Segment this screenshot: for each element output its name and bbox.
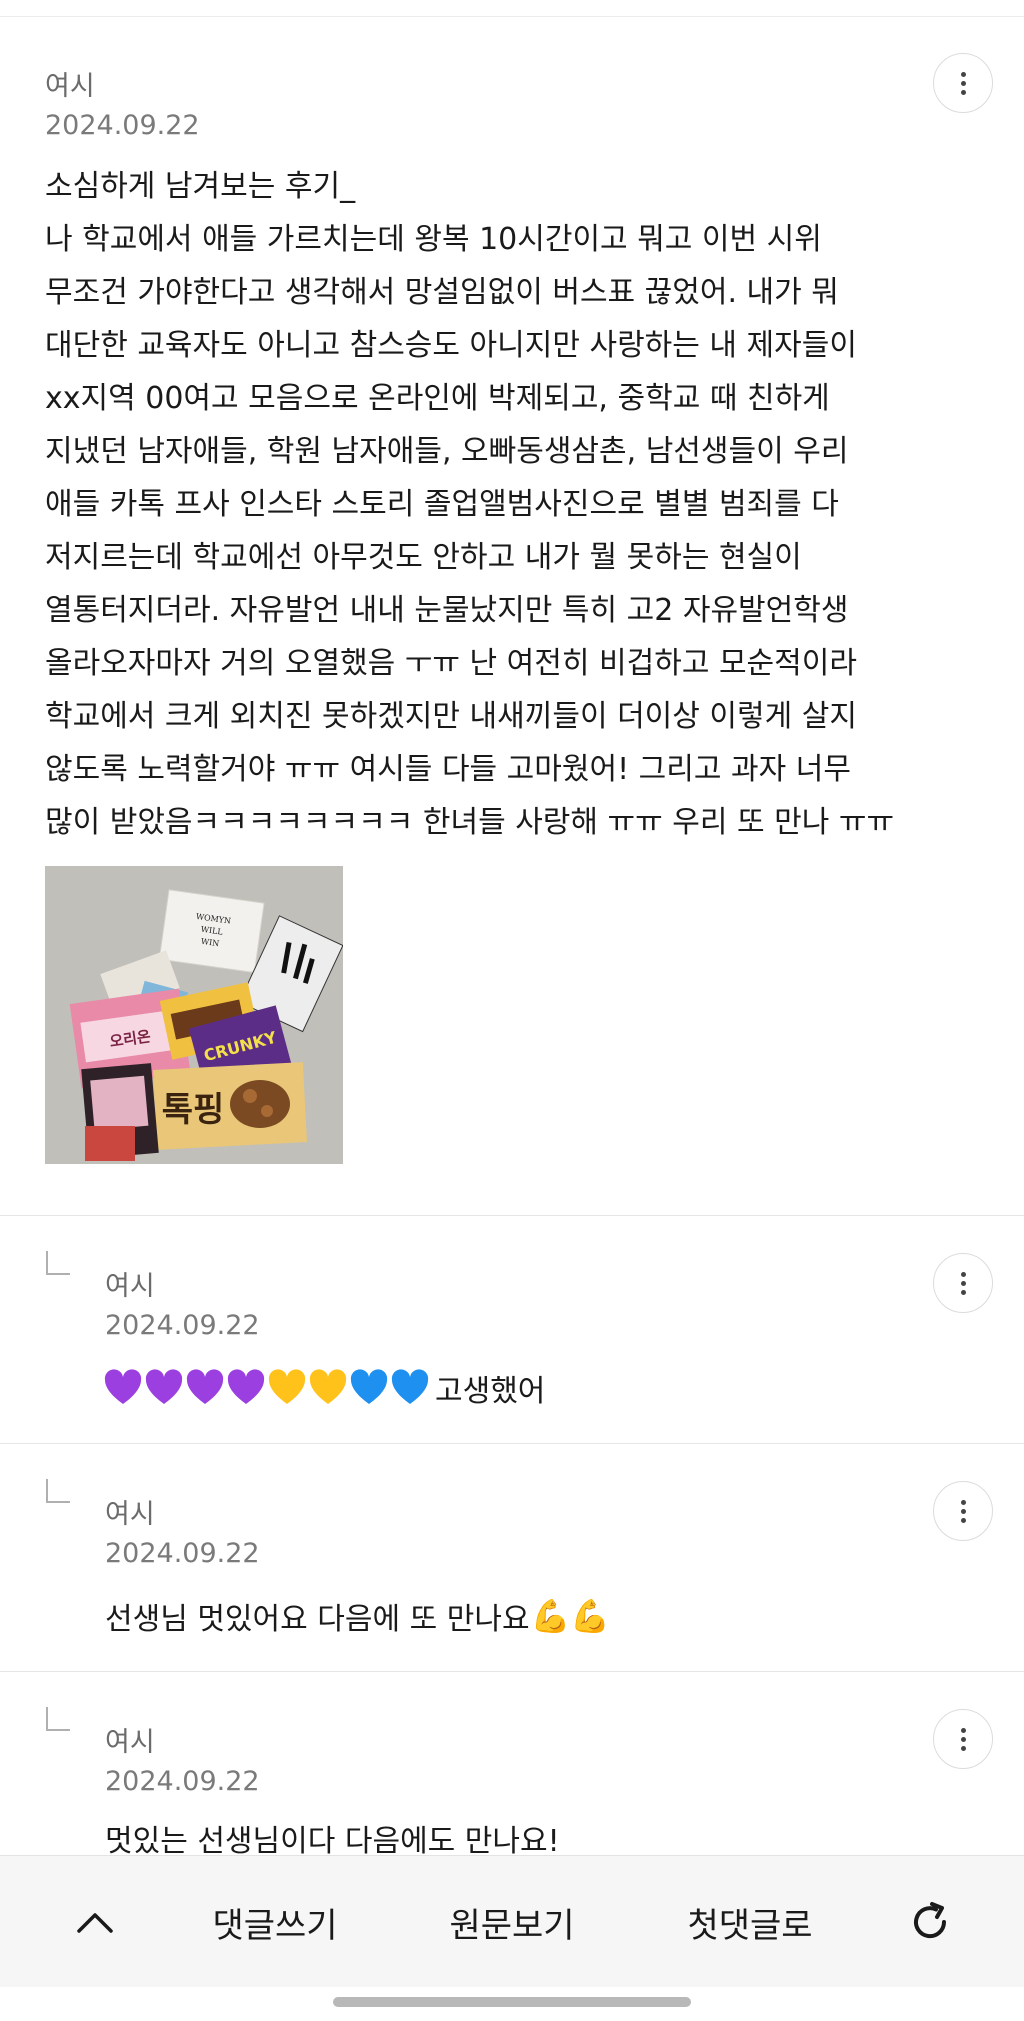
body-line: 나 학교에서 애들 가르치는데 왕복 10시간이고 뭐고 이번 시위 bbox=[45, 222, 822, 257]
purple-heart-icon bbox=[227, 1369, 265, 1404]
body-line: 애들 카톡 프사 인스타 스토리 졸업앨범사진으로 별별 범죄를 다 bbox=[45, 487, 839, 522]
view-original-button[interactable]: 원문보기 bbox=[427, 1856, 597, 1988]
comment-divider bbox=[0, 1215, 1024, 1216]
body-line: 대단한 교육자도 아니고 참스승도 아니지만 사랑하는 내 제자들이 bbox=[45, 328, 857, 363]
more-vertical-icon bbox=[960, 1727, 966, 1751]
comment-text: 고생했어 bbox=[435, 1374, 546, 1409]
blue-heart-icon bbox=[391, 1369, 429, 1404]
comment-divider bbox=[0, 1671, 1024, 1672]
reply-arrow-icon bbox=[46, 1479, 70, 1503]
comment-author: 여시 bbox=[105, 1727, 155, 1758]
more-vertical-icon bbox=[960, 71, 966, 95]
yellow-heart-icon bbox=[309, 1369, 347, 1404]
blue-heart-icon bbox=[350, 1369, 388, 1404]
refresh-button[interactable] bbox=[890, 1856, 970, 1988]
more-vertical-icon bbox=[960, 1271, 966, 1295]
more-options-button[interactable] bbox=[933, 1709, 993, 1769]
reply-arrow-icon bbox=[46, 1251, 70, 1275]
more-vertical-icon bbox=[960, 1499, 966, 1523]
refresh-icon bbox=[914, 1902, 947, 1939]
comment-body: 고생했어 bbox=[103, 1366, 545, 1410]
body-line: 무조건 가야한다고 생각해서 망설임없이 버스표 끊었어. 내가 뭐 bbox=[45, 275, 839, 310]
body-line: 지냈던 남자애들, 학원 남자애들, 오빠동생삼촌, 남선생들이 우리 bbox=[45, 434, 849, 469]
scroll-top-button[interactable] bbox=[55, 1856, 135, 1988]
comment-date: 2024.09.22 bbox=[105, 1766, 260, 1797]
chevron-up-icon bbox=[77, 1913, 113, 1933]
comment-text: 선생님 멋있어요 다음에 또 만나요 bbox=[105, 1602, 530, 1637]
reply-arrow-icon bbox=[46, 1707, 70, 1731]
first-comment-button[interactable]: 첫댓글로 bbox=[665, 1856, 835, 1988]
home-indicator[interactable] bbox=[333, 1997, 691, 2007]
body-line: 소심하게 남겨보는 후기_ bbox=[45, 169, 356, 204]
more-options-button[interactable] bbox=[933, 1481, 993, 1541]
body-line: 저지르는데 학교에선 아무것도 안하고 내가 뭘 못하는 현실이 bbox=[45, 540, 802, 575]
body-line: 학교에서 크게 외치진 못하겠지만 내새끼들이 더이상 이렇게 살지 bbox=[45, 699, 857, 734]
comment-date: 2024.09.22 bbox=[105, 1538, 260, 1569]
comment-author: 여시 bbox=[105, 1499, 155, 1530]
comment-divider bbox=[0, 1443, 1024, 1444]
svg-text:톡핑: 톡핑 bbox=[162, 1090, 225, 1130]
write-comment-button[interactable]: 댓글쓰기 bbox=[190, 1856, 360, 1988]
comment-date: 2024.09.22 bbox=[105, 1310, 260, 1341]
comment-date: 2024.09.22 bbox=[45, 110, 200, 141]
comment-author: 여시 bbox=[45, 71, 95, 102]
top-divider bbox=[0, 16, 1024, 17]
yellow-heart-icon bbox=[268, 1369, 306, 1404]
bottom-action-bar: 댓글쓰기 원문보기 첫댓글로 bbox=[0, 1855, 1024, 1987]
body-line: 않도록 노력할거야 ㅠㅠ 여시들 다들 고마웠어! 그리고 과자 너무 bbox=[45, 752, 851, 787]
body-line: 올라오자마자 거의 오열했음 ㅜㅠ 난 여전히 비겁하고 모순적이라 bbox=[45, 646, 857, 681]
body-line: xx지역 00여고 모음으로 온라인에 박제되고, 중학교 때 친하게 bbox=[45, 381, 830, 416]
comment-author: 여시 bbox=[105, 1271, 155, 1302]
purple-heart-icon bbox=[145, 1369, 183, 1404]
body-line: 많이 받았음ㅋㅋㅋㅋㅋㅋㅋㅋ 한녀들 사랑해 ㅠㅠ 우리 또 만나 ㅠㅠ bbox=[45, 805, 895, 840]
flexed-biceps-icon: 💪💪 bbox=[530, 1597, 611, 1635]
snacks-photo-graphic: WOMYN WILL WIN 오리온 CRUNKY 톡핑 bbox=[45, 866, 343, 1164]
comment-body: 선생님 멋있어요 다음에 또 만나요 💪💪 bbox=[105, 1594, 610, 1638]
purple-heart-icon bbox=[104, 1369, 142, 1404]
more-options-button[interactable] bbox=[933, 53, 993, 113]
purple-heart-icon bbox=[186, 1369, 224, 1404]
snacks-photo[interactable]: WOMYN WILL WIN 오리온 CRUNKY 톡핑 bbox=[45, 866, 343, 1164]
more-options-button[interactable] bbox=[933, 1253, 993, 1313]
body-line: 열통터지더라. 자유발언 내내 눈물났지만 특히 고2 자유발언학생 bbox=[45, 593, 849, 628]
